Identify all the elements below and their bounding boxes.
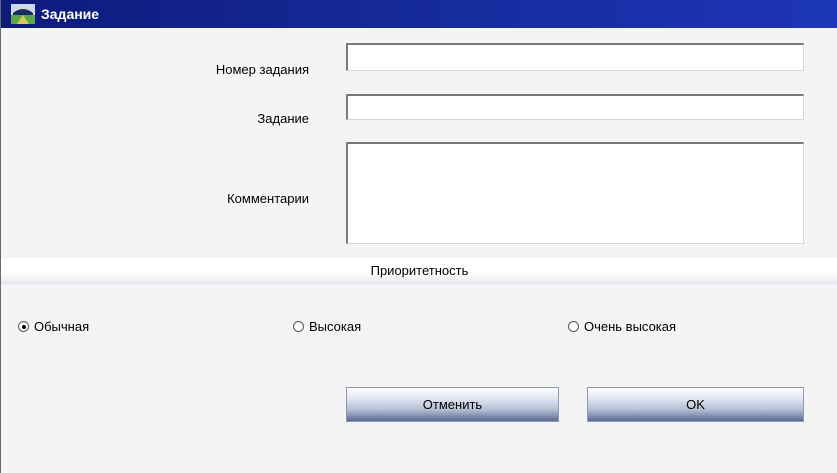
priority-normal-radio[interactable]: Обычная [18, 319, 89, 334]
priority-normal-label: Обычная [34, 319, 90, 334]
radio-checked-icon [18, 321, 29, 332]
task-input[interactable] [346, 94, 804, 120]
cancel-button[interactable]: Отменить [346, 387, 559, 422]
window-title: Задание [41, 6, 100, 22]
radio-unchecked-icon [568, 321, 579, 332]
priority-heading: Приоритетность [370, 263, 469, 278]
comments-textarea[interactable] [346, 142, 804, 244]
task-number-label: Номер задания [215, 62, 309, 77]
radio-unchecked-icon [293, 321, 304, 332]
priority-high-label: Высокая [309, 319, 362, 334]
app-icon [11, 4, 35, 24]
priority-very-high-radio[interactable]: Очень высокая [568, 319, 676, 334]
priority-high-radio[interactable]: Высокая [293, 319, 361, 334]
ok-button[interactable]: OK [587, 387, 804, 422]
task-number-input[interactable] [346, 43, 804, 71]
task-label: Задание [257, 111, 309, 126]
priority-band: Приоритетность [1, 258, 837, 284]
title-bar[interactable]: Задание [1, 0, 837, 28]
comments-label: Комментарии [227, 191, 309, 206]
priority-very-high-label: Очень высокая [584, 319, 677, 334]
dialog-window: Задание Номер задания Задание Комментари… [0, 0, 837, 473]
